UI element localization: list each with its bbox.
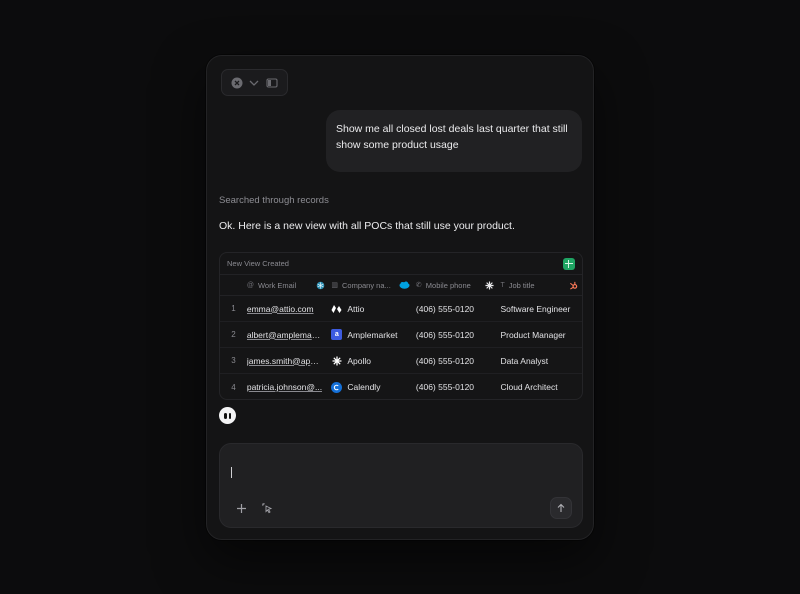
arrow-up-icon [557,503,565,512]
card-header: New View Created [220,253,582,275]
column-company-name[interactable]: ▥ Company na... [331,281,416,290]
job-title-value: Data Analyst [500,355,549,366]
row-number: 2 [231,330,236,339]
column-job-title[interactable]: T Job title [500,281,582,290]
salesforce-icon [399,281,410,289]
assistant-reply: Ok. Here is a new view with all POCs tha… [219,220,515,232]
email-link[interactable]: patricia.johnson@... [247,382,322,392]
amplemarket-logo-icon: a [331,329,343,340]
company-name: Amplemarket [347,329,398,340]
calendly-logo-icon [331,381,343,393]
assistant-panel: Show me all closed lost deals last quart… [206,55,594,540]
building-icon: ▥ [331,282,338,289]
table-row[interactable]: 4 patricia.johnson@... Calendly (406) 55… [220,374,582,399]
column-label: Mobile phone [425,280,471,290]
status-text: Searched through records [219,195,329,206]
column-label: Job title [508,280,535,290]
email-link[interactable]: emma@attio.com [247,304,314,314]
chevron-down-icon[interactable] [246,75,262,91]
text-caret [231,467,232,478]
phone-value: (406) 555-0120 [415,329,475,340]
table-row[interactable]: 1 emma@attio.com Attio (406) 555-0120 So… [220,296,582,322]
company-name: Attio [347,303,365,314]
plus-icon[interactable] [234,501,248,515]
new-view-card[interactable]: New View Created @ Work Email ▥ Company … [219,252,583,400]
cursor-click-icon[interactable] [260,501,274,515]
job-title-value: Software Engineer [500,303,571,314]
company-name: Calendly [347,382,381,392]
at-icon: @ [246,281,254,289]
company-name: Apollo [347,355,372,366]
send-button[interactable] [550,497,572,519]
job-title-value: Cloud Architect [500,382,558,392]
assistant-avatar [219,407,236,424]
hubspot-icon [569,281,578,290]
user-message-bubble: Show me all closed lost deals last quart… [326,110,582,172]
row-number: 4 [231,382,236,392]
table-header: @ Work Email ▥ Company na... ✆ Mobile ph… [220,275,582,296]
sidebar-toggle-icon[interactable] [264,75,280,91]
spreadsheet-icon[interactable] [563,257,575,270]
column-work-email[interactable]: @ Work Email [247,281,332,290]
window-toolbar [221,69,288,96]
email-link[interactable]: albert@amplemark... [247,330,323,340]
phone-value: (406) 555-0120 [415,382,475,392]
card-title: New View Created [227,259,289,268]
apollo-logo-icon [331,355,342,366]
message-composer[interactable] [219,443,583,528]
phone-value: (406) 555-0120 [415,355,475,366]
row-number: 3 [231,356,236,365]
composer-tools [234,501,274,515]
apollo-icon [485,280,494,290]
text-icon: T [500,281,505,289]
column-mobile-phone[interactable]: ✆ Mobile phone [416,281,501,290]
close-icon[interactable] [229,75,245,91]
attio-logo-icon [331,303,342,314]
table-row[interactable]: 3 james.smith@apoll... Apollo (406) 555-… [220,348,582,374]
job-title-value: Product Manager [500,329,566,340]
table-row[interactable]: 2 albert@amplemark... a Amplemarket (406… [220,322,582,348]
phone-icon: ✆ [415,282,422,289]
phone-value: (406) 555-0120 [415,303,475,314]
column-label: Company na... [342,280,391,290]
snowflake-icon [317,281,325,289]
row-number: 1 [231,304,236,313]
email-link[interactable]: james.smith@apoll... [247,356,323,366]
column-label: Work Email [257,280,297,290]
